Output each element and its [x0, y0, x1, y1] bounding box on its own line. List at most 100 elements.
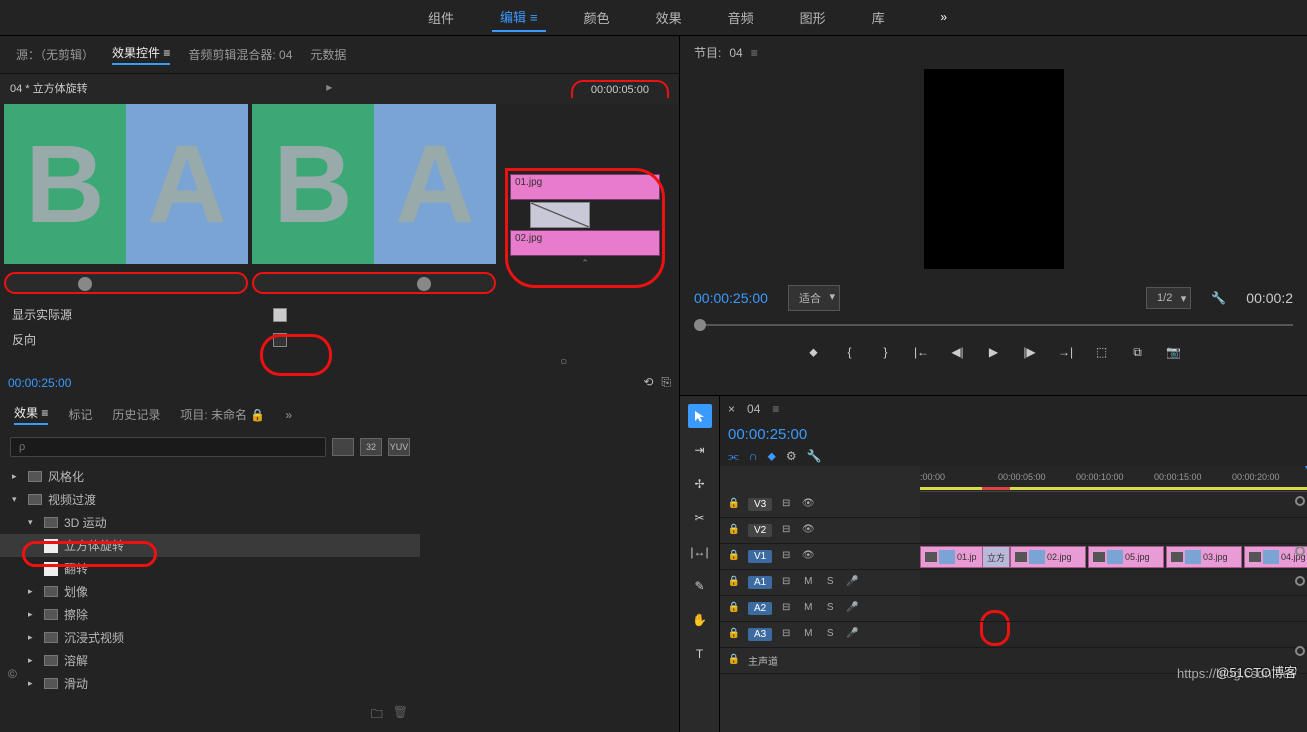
tree-folder[interactable]: ▸沉浸式视频 — [0, 626, 420, 649]
effects-search-input[interactable] — [10, 437, 326, 457]
type-tool[interactable]: T — [688, 642, 712, 666]
go-to-out-icon[interactable]: →| — [1057, 343, 1075, 361]
track-header-a1[interactable]: 🔒A1⊟MS🎤 — [720, 570, 920, 596]
timeline-ruler[interactable]: :00:00 00:00:05:00 00:00:10:00 00:00:15:… — [920, 466, 1307, 492]
mini-clip-b[interactable]: 02.jpg — [510, 230, 660, 256]
menu-effects[interactable]: 效果 — [648, 4, 690, 31]
menu-color[interactable]: 颜色 — [576, 4, 618, 31]
start-slider[interactable] — [4, 272, 248, 294]
delete-icon[interactable]: 🗑 — [393, 705, 408, 726]
hamburger-icon[interactable]: ≡ — [751, 46, 758, 60]
zoom-dropdown[interactable]: 1/2 — [1146, 287, 1191, 309]
eye-icon[interactable]: 👁 — [800, 498, 816, 512]
menu-assembly[interactable]: 组件 — [420, 4, 462, 31]
mute-btn[interactable]: M — [800, 628, 816, 642]
program-timecode[interactable]: 00:00:25:00 — [694, 290, 768, 306]
hand-tool[interactable]: ✋ — [688, 608, 712, 632]
scroll-handle[interactable] — [1295, 496, 1305, 506]
menu-libraries[interactable]: 库 — [864, 4, 893, 31]
extract-icon[interactable]: ⧉ — [1129, 343, 1147, 361]
lock-icon[interactable]: 🔒 — [726, 654, 742, 668]
scroll-handle[interactable] — [1295, 576, 1305, 586]
tab-markers[interactable]: 标记 — [68, 406, 92, 423]
menu-graphics[interactable]: 图形 — [792, 4, 834, 31]
new-bin-icon[interactable]: 🗀 — [371, 705, 383, 726]
in-point-icon[interactable]: { — [841, 343, 859, 361]
go-to-in-icon[interactable]: |← — [913, 343, 931, 361]
eye-icon[interactable]: 👁 — [800, 550, 816, 564]
tab-effect-controls[interactable]: 效果控件 ≡ — [112, 44, 170, 65]
mute-btn[interactable]: M — [800, 576, 816, 590]
track-header-a2[interactable]: 🔒A2⊟MS🎤 — [720, 596, 920, 622]
track-select-tool[interactable]: ⇥ — [688, 438, 712, 462]
tab-effects[interactable]: 效果 ≡ — [14, 404, 48, 425]
clip[interactable]: 05.jpg — [1088, 546, 1164, 568]
overflow-icon[interactable]: » — [285, 408, 292, 422]
track-header-a3[interactable]: 🔒A3⊟MS🎤 — [720, 622, 920, 648]
mute-btn[interactable]: M — [800, 602, 816, 616]
linked-selection-icon[interactable]: ∩ — [749, 449, 758, 464]
export-frame-icon[interactable]: 📷 — [1165, 343, 1183, 361]
lock-icon[interactable]: 🔒 — [726, 524, 742, 538]
razor-tool[interactable]: ✂ — [688, 506, 712, 530]
mic-icon[interactable]: 🎤 — [844, 628, 860, 642]
track-header-v2[interactable]: 🔒V2⊟👁 — [720, 518, 920, 544]
step-forward-icon[interactable]: |▶ — [1021, 343, 1039, 361]
solo-btn[interactable]: S — [822, 576, 838, 590]
lock-icon[interactable]: 🔒 — [726, 498, 742, 512]
step-back-icon[interactable]: ◀| — [949, 343, 967, 361]
accelerated-badge[interactable] — [332, 438, 354, 456]
lock-icon[interactable]: 🔒 — [726, 550, 742, 564]
mic-icon[interactable]: 🎤 — [844, 602, 860, 616]
loop-icon[interactable]: ⟲ — [643, 375, 653, 390]
lock-icon[interactable]: 🔒 — [726, 576, 742, 590]
slip-tool[interactable]: |↔| — [688, 540, 712, 564]
transition-clip[interactable]: 立方 — [982, 546, 1010, 568]
tree-folder[interactable]: ▸划像 — [0, 580, 420, 603]
yuv-badge[interactable]: YUV — [388, 438, 410, 456]
selection-tool[interactable] — [688, 404, 712, 428]
lock-icon[interactable]: 🔒 — [726, 628, 742, 642]
mini-scrub-handle[interactable]: ○ — [560, 354, 567, 368]
clip[interactable]: 03.jpg — [1166, 546, 1242, 568]
overflow-chevron-icon[interactable]: » — [940, 10, 947, 24]
mini-clip-a[interactable]: 01.jpg — [510, 174, 660, 200]
clip[interactable]: 02.jpg — [1010, 546, 1086, 568]
tree-folder[interactable]: ▾3D 运动 — [0, 511, 420, 534]
end-slider[interactable] — [252, 272, 496, 294]
tree-folder[interactable]: ▾视频过渡 — [0, 488, 420, 511]
out-point-icon[interactable]: } — [877, 343, 895, 361]
marker-icon[interactable]: ⬥ — [805, 343, 823, 361]
menu-audio[interactable]: 音频 — [720, 4, 762, 31]
fit-dropdown[interactable]: 适合 — [788, 285, 840, 311]
solo-btn[interactable]: S — [822, 628, 838, 642]
seq-tab-name[interactable]: 04 — [747, 402, 760, 416]
tree-folder[interactable]: ▸溶解 — [0, 649, 420, 672]
track-v1-row[interactable]: 01.jp 立方 02.jpg 05.jpg 03.jpg 04.jpg — [920, 544, 1307, 570]
show-actual-checkbox[interactable] — [273, 308, 287, 322]
scroll-handle[interactable] — [1295, 646, 1305, 656]
lock-icon[interactable]: 🔒 — [726, 602, 742, 616]
track-header-v1[interactable]: 🔒V1⊟👁 — [720, 544, 920, 570]
tab-audio-mixer[interactable]: 音频剪辑混合器: 04 — [188, 46, 292, 63]
eye-icon[interactable]: 👁 — [800, 524, 816, 538]
wrench-icon[interactable]: 🔧 — [807, 449, 822, 464]
mini-timeline[interactable]: 01.jpg 02.jpg ⌃ — [510, 174, 660, 269]
seq-close-icon[interactable]: × — [728, 402, 735, 416]
program-preview[interactable] — [924, 69, 1064, 269]
wrench-icon[interactable]: 🔧 — [1211, 291, 1226, 305]
solo-btn[interactable]: S — [822, 602, 838, 616]
menu-editing[interactable]: 编辑≡ — [492, 3, 546, 32]
pen-tool[interactable]: ✎ — [688, 574, 712, 598]
ripple-tool[interactable]: ✢ — [688, 472, 712, 496]
lift-icon[interactable]: ⬚ — [1093, 343, 1111, 361]
timeline-timecode[interactable]: 00:00:25:00 — [720, 422, 815, 447]
tree-effect-flip[interactable]: 翻转 — [0, 557, 420, 580]
reverse-checkbox[interactable] — [273, 333, 287, 347]
settings-icon[interactable]: ⚙ — [786, 449, 797, 464]
tab-source[interactable]: 源：（无剪辑） — [16, 46, 94, 63]
tree-folder[interactable]: ▸风格化 — [0, 465, 420, 488]
export-icon[interactable]: ⎘ — [661, 375, 671, 390]
marker-icon[interactable]: ⬥ — [767, 449, 775, 464]
tab-history[interactable]: 历史记录 — [112, 406, 160, 423]
